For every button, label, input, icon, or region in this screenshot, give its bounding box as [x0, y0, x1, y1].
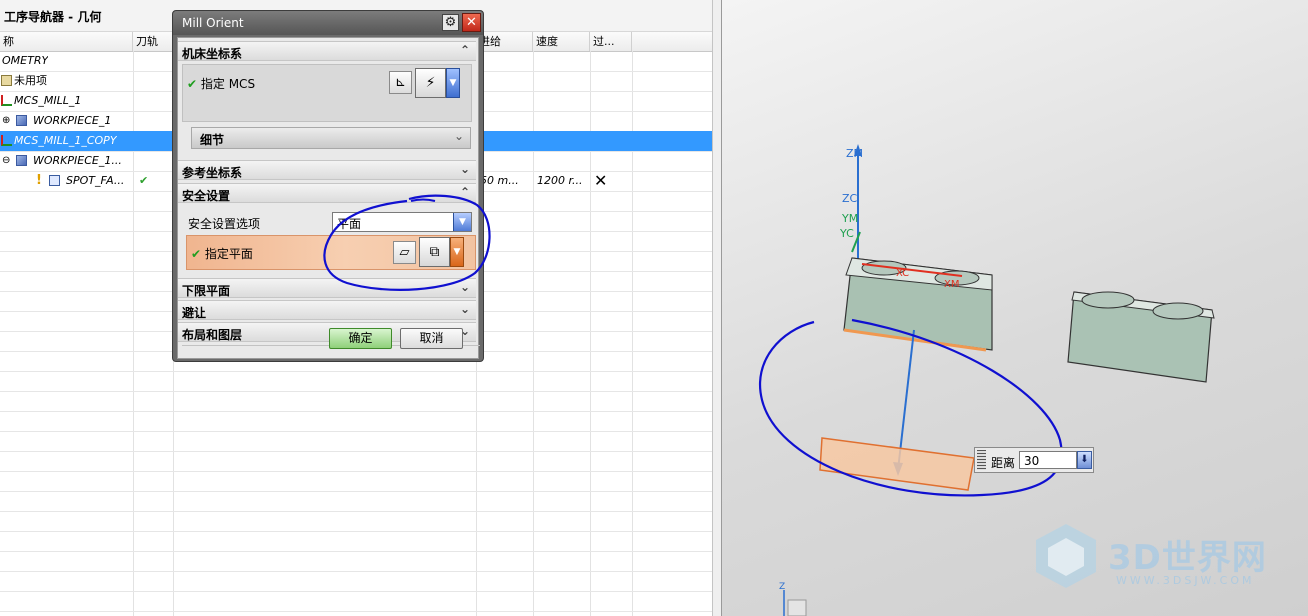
mill-orient-dialog: Mill Orient ⚙ ✕ 机床坐标系 ⌃ ✔ 指定 MCS ⊾ ⚡ ▼ 细…: [172, 10, 491, 362]
graphics-viewport[interactable]: ZM ZC YM YC XC XM Z 3D世界网 WWW.3DSJW.COM: [722, 0, 1308, 616]
column-name[interactable]: 称: [0, 32, 133, 51]
details-title: 细节: [200, 133, 225, 147]
section-mcs[interactable]: 机床坐标系 ⌃: [178, 41, 476, 61]
warning-icon: !: [36, 173, 42, 188]
workpiece-icon: [16, 115, 27, 126]
panel-splitter[interactable]: [712, 0, 722, 616]
csys-dialog-icon[interactable]: ⊾: [389, 71, 412, 94]
hole-3: [1081, 291, 1135, 309]
check-icon: ✔: [187, 77, 198, 91]
column-more[interactable]: 过...: [590, 32, 632, 51]
column-feed[interactable]: 进给: [476, 32, 533, 51]
chevron-up-icon: ⌃: [459, 43, 470, 57]
mcs-icon: [1, 135, 12, 146]
gear-icon[interactable]: ⚙: [442, 14, 459, 31]
mcs-icon: [1, 95, 12, 106]
tree-row-empty: [0, 451, 712, 472]
distance-menu-icon[interactable]: ⬇: [1077, 451, 1092, 469]
close-icon[interactable]: ✕: [462, 13, 481, 32]
section-avoid[interactable]: 避让 ⌄: [178, 300, 476, 320]
zc-label: ZC: [842, 192, 858, 205]
csys-inferred-icon[interactable]: ⚡: [415, 68, 446, 98]
toolpath-ok-icon: ✔: [139, 174, 149, 187]
watermark: 3D世界网 WWW.3DSJW.COM: [1030, 520, 1300, 600]
xc-label: XC: [896, 268, 909, 279]
specify-plane-label: 指定平面: [204, 247, 253, 261]
feed-value: 50 m...: [480, 174, 519, 187]
column-toolpath[interactable]: 刀轨: [133, 32, 173, 51]
chevron-down-icon: ⌄: [459, 302, 470, 316]
column-speed[interactable]: 速度: [533, 32, 590, 51]
speed-value: 1200 r...: [537, 174, 583, 187]
box-icon: [1, 75, 12, 86]
chevron-down-icon: ⌄: [453, 129, 464, 143]
tree-row-empty: [0, 511, 712, 532]
yc-label: YC: [839, 227, 854, 240]
tree-row-empty: [0, 571, 712, 592]
triad-z-label: Z: [779, 582, 785, 592]
watermark-cube-icon: [1036, 524, 1096, 588]
distance-input-box[interactable]: 距离 30 ⬇: [974, 447, 1094, 473]
tree-row-empty: [0, 411, 712, 432]
section-ref-csys[interactable]: 参考坐标系 ⌄: [178, 160, 476, 180]
tree-row-empty: [0, 471, 712, 492]
ym-label: YM: [841, 212, 858, 225]
specify-plane-label-wrap: ✔ 指定平面: [191, 245, 253, 262]
watermark-text: 3D世界网: [1108, 538, 1267, 578]
tree-row-empty: [0, 391, 712, 412]
status-x-icon: ✕: [594, 171, 608, 190]
workpiece-icon: [16, 155, 27, 166]
tree-row-label: WORKPIECE_1: [33, 114, 112, 127]
tree-row-empty: [0, 591, 712, 612]
tree-row-label: MCS_MILL_1: [14, 94, 82, 107]
section-mcs-title: 机床坐标系: [182, 47, 243, 61]
drag-handle-icon[interactable]: [977, 450, 986, 470]
watermark-url: WWW.3DSJW.COM: [1116, 574, 1255, 587]
section-lower-plane-title: 下限平面: [182, 284, 231, 298]
section-avoid-title: 避让: [182, 306, 207, 320]
section-ref-csys-title: 参考坐标系: [182, 166, 243, 180]
cancel-button[interactable]: 取消: [400, 328, 463, 349]
tree-row-empty: [0, 551, 712, 572]
safe-plane-preview: [819, 437, 975, 491]
distance-input[interactable]: 30: [1019, 451, 1077, 469]
specify-mcs-row: ✔ 指定 MCS: [187, 75, 255, 92]
ok-button[interactable]: 确定: [329, 328, 392, 349]
distance-label: 距离: [991, 456, 1016, 470]
zm-label: ZM: [846, 147, 863, 160]
dialog-title: Mill Orient: [182, 16, 244, 30]
tree-row-label: OMETRY: [2, 54, 49, 67]
tree-row-label: WORKPIECE_1...: [33, 154, 122, 167]
details-subsection[interactable]: 细节 ⌄: [191, 127, 471, 149]
tree-row-label: SPOT_FA...: [66, 174, 125, 187]
expand-icon[interactable]: ⊕: [2, 111, 10, 131]
operation-icon: [49, 175, 60, 186]
view-triad-box: [787, 599, 807, 616]
tree-row-empty: [0, 431, 712, 452]
section-layout-layers-title: 布局和图层: [182, 328, 243, 342]
check-icon: ✔: [191, 247, 202, 261]
chevron-down-icon: ⌄: [459, 162, 470, 176]
specify-mcs-label: 指定 MCS: [200, 77, 256, 91]
chevron-down-icon[interactable]: ▼: [446, 68, 460, 98]
tree-row-empty: [0, 491, 712, 512]
tree-row-label: MCS_MILL_1_COPY: [14, 134, 117, 147]
navigator-title: 工序导航器 - 几何: [4, 10, 102, 24]
annotation-circle-dialog: [323, 194, 491, 291]
safety-option-label: 安全设置选项: [188, 217, 261, 231]
tree-row-label: 未用项: [14, 74, 47, 87]
collapse-icon[interactable]: ⊖: [2, 151, 10, 171]
tree-row-empty: [0, 371, 712, 392]
mcs-panel: ✔ 指定 MCS ⊾ ⚡ ▼: [182, 64, 472, 122]
section-safety-title: 安全设置: [182, 189, 231, 203]
xm-label: XM: [944, 279, 959, 290]
tree-row-empty: [0, 531, 712, 552]
dialog-title-bar[interactable]: Mill Orient ⚙ ✕: [173, 11, 483, 35]
hole-4: [1152, 302, 1204, 320]
